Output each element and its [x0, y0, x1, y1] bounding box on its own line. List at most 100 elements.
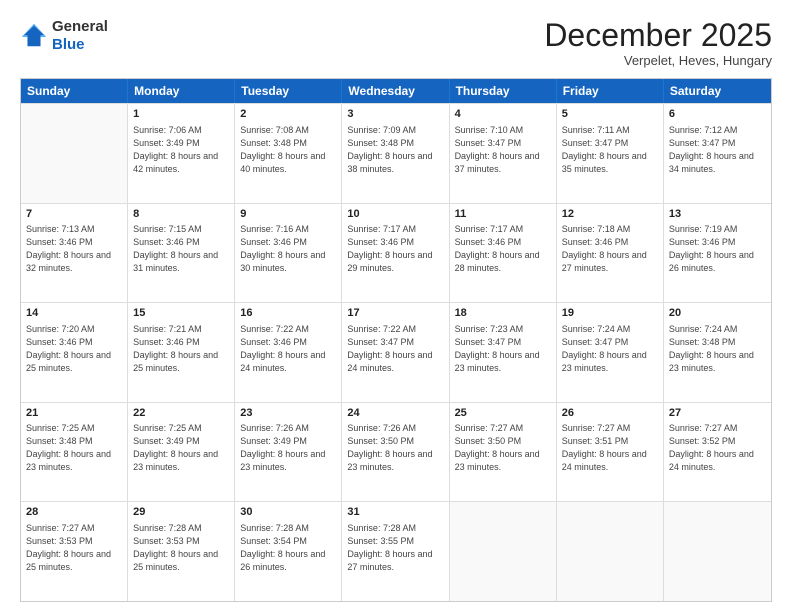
day-number: 26: [562, 406, 658, 421]
day-info: Sunrise: 7:17 AMSunset: 3:46 PMDaylight:…: [455, 223, 551, 275]
day-info: Sunrise: 7:06 AMSunset: 3:49 PMDaylight:…: [133, 124, 229, 176]
day-info: Sunrise: 7:22 AMSunset: 3:46 PMDaylight:…: [240, 323, 336, 375]
header-day-sunday: Sunday: [21, 79, 128, 103]
cal-cell: 24Sunrise: 7:26 AMSunset: 3:50 PMDayligh…: [342, 403, 449, 502]
day-number: 23: [240, 406, 336, 421]
header-day-tuesday: Tuesday: [235, 79, 342, 103]
cal-cell: 13Sunrise: 7:19 AMSunset: 3:46 PMDayligh…: [664, 204, 771, 303]
day-number: 24: [347, 406, 443, 421]
day-number: 12: [562, 207, 658, 222]
day-number: 29: [133, 505, 229, 520]
day-number: 21: [26, 406, 122, 421]
cal-cell: 21Sunrise: 7:25 AMSunset: 3:48 PMDayligh…: [21, 403, 128, 502]
day-info: Sunrise: 7:27 AMSunset: 3:51 PMDaylight:…: [562, 422, 658, 474]
cal-cell: 10Sunrise: 7:17 AMSunset: 3:46 PMDayligh…: [342, 204, 449, 303]
day-info: Sunrise: 7:28 AMSunset: 3:54 PMDaylight:…: [240, 522, 336, 574]
day-info: Sunrise: 7:19 AMSunset: 3:46 PMDaylight:…: [669, 223, 766, 275]
day-number: 25: [455, 406, 551, 421]
day-number: 15: [133, 306, 229, 321]
day-info: Sunrise: 7:23 AMSunset: 3:47 PMDaylight:…: [455, 323, 551, 375]
day-info: Sunrise: 7:08 AMSunset: 3:48 PMDaylight:…: [240, 124, 336, 176]
header-day-wednesday: Wednesday: [342, 79, 449, 103]
cal-cell: [664, 502, 771, 601]
day-info: Sunrise: 7:17 AMSunset: 3:46 PMDaylight:…: [347, 223, 443, 275]
header-day-monday: Monday: [128, 79, 235, 103]
day-number: 7: [26, 207, 122, 222]
month-title: December 2025: [544, 18, 772, 53]
day-number: 8: [133, 207, 229, 222]
cal-cell: [450, 502, 557, 601]
day-info: Sunrise: 7:27 AMSunset: 3:52 PMDaylight:…: [669, 422, 766, 474]
day-number: 9: [240, 207, 336, 222]
subtitle: Verpelet, Heves, Hungary: [544, 53, 772, 68]
cal-cell: [557, 502, 664, 601]
cal-cell: 5Sunrise: 7:11 AMSunset: 3:47 PMDaylight…: [557, 104, 664, 203]
cal-cell: 15 Sunrise: 7:21 AMSunset: 3:46 PMDayligh…: [128, 303, 235, 402]
cal-cell: 12Sunrise: 7:18 AMSunset: 3:46 PMDayligh…: [557, 204, 664, 303]
day-number: 28: [26, 505, 122, 520]
day-info: Sunrise: 7:28 AMSunset: 3:55 PMDaylight:…: [347, 522, 443, 574]
cal-cell: 23Sunrise: 7:26 AMSunset: 3:49 PMDayligh…: [235, 403, 342, 502]
day-number: 13: [669, 207, 766, 222]
logo-text: General Blue: [52, 18, 108, 54]
cal-cell: 9Sunrise: 7:16 AMSunset: 3:46 PMDaylight…: [235, 204, 342, 303]
day-info: Sunrise: 7:13 AMSunset: 3:46 PMDaylight:…: [26, 223, 122, 275]
cal-cell: 26Sunrise: 7:27 AMSunset: 3:51 PMDayligh…: [557, 403, 664, 502]
header: General Blue December 2025 Verpelet, Hev…: [20, 18, 772, 68]
day-info: Sunrise: 7:26 AMSunset: 3:49 PMDaylight:…: [240, 422, 336, 474]
day-number: 18: [455, 306, 551, 321]
week-row-0: 1 Sunrise: 7:06 AMSunset: 3:49 PMDaylight…: [21, 103, 771, 203]
cal-cell: 4Sunrise: 7:10 AMSunset: 3:47 PMDaylight…: [450, 104, 557, 203]
day-number: 17: [347, 306, 443, 321]
day-number: 27: [669, 406, 766, 421]
day-info: Sunrise: 7:26 AMSunset: 3:50 PMDaylight:…: [347, 422, 443, 474]
day-number: 31: [347, 505, 443, 520]
day-info: Sunrise: 7:25 AMSunset: 3:48 PMDaylight:…: [26, 422, 122, 474]
cal-cell: 16 Sunrise: 7:22 AMSunset: 3:46 PMDayligh…: [235, 303, 342, 402]
day-number: 20: [669, 306, 766, 321]
day-info: Sunrise: 7:24 AMSunset: 3:47 PMDaylight:…: [562, 323, 658, 375]
day-number: 14: [26, 306, 122, 321]
cal-cell: 20 Sunrise: 7:24 AMSunset: 3:48 PMDayligh…: [664, 303, 771, 402]
day-info: Sunrise: 7:27 AMSunset: 3:50 PMDaylight:…: [455, 422, 551, 474]
day-info: Sunrise: 7:12 AMSunset: 3:47 PMDaylight:…: [669, 124, 766, 176]
day-number: 30: [240, 505, 336, 520]
cal-cell: 17 Sunrise: 7:22 AMSunset: 3:47 PMDayligh…: [342, 303, 449, 402]
calendar-header: SundayMondayTuesdayWednesdayThursdayFrid…: [21, 79, 771, 103]
day-info: Sunrise: 7:22 AMSunset: 3:47 PMDaylight:…: [347, 323, 443, 375]
day-number: 2: [240, 107, 336, 122]
cal-cell: 27Sunrise: 7:27 AMSunset: 3:52 PMDayligh…: [664, 403, 771, 502]
day-info: Sunrise: 7:11 AMSunset: 3:47 PMDaylight:…: [562, 124, 658, 176]
day-info: Sunrise: 7:24 AMSunset: 3:48 PMDaylight:…: [669, 323, 766, 375]
cal-cell: 18 Sunrise: 7:23 AMSunset: 3:47 PMDayligh…: [450, 303, 557, 402]
day-info: Sunrise: 7:16 AMSunset: 3:46 PMDaylight:…: [240, 223, 336, 275]
day-number: 6: [669, 107, 766, 122]
week-row-4: 28 Sunrise: 7:27 AMSunset: 3:53 PMDayligh…: [21, 501, 771, 601]
cal-cell: 11Sunrise: 7:17 AMSunset: 3:46 PMDayligh…: [450, 204, 557, 303]
calendar: SundayMondayTuesdayWednesdayThursdayFrid…: [20, 78, 772, 602]
logo-general: General: [52, 18, 108, 36]
cal-cell: 7Sunrise: 7:13 AMSunset: 3:46 PMDaylight…: [21, 204, 128, 303]
cal-cell: 2 Sunrise: 7:08 AMSunset: 3:48 PMDaylight…: [235, 104, 342, 203]
cal-cell: 14Sunrise: 7:20 AMSunset: 3:46 PMDayligh…: [21, 303, 128, 402]
page: General Blue December 2025 Verpelet, Hev…: [0, 0, 792, 612]
cal-cell: 31 Sunrise: 7:28 AMSunset: 3:55 PMDayligh…: [342, 502, 449, 601]
cal-cell: 25Sunrise: 7:27 AMSunset: 3:50 PMDayligh…: [450, 403, 557, 502]
day-info: Sunrise: 7:27 AMSunset: 3:53 PMDaylight:…: [26, 522, 122, 574]
day-number: 1: [133, 107, 229, 122]
day-info: Sunrise: 7:15 AMSunset: 3:46 PMDaylight:…: [133, 223, 229, 275]
day-number: 4: [455, 107, 551, 122]
logo: General Blue: [20, 18, 108, 54]
cal-cell: 29 Sunrise: 7:28 AMSunset: 3:53 PMDayligh…: [128, 502, 235, 601]
calendar-body: 1 Sunrise: 7:06 AMSunset: 3:49 PMDaylight…: [21, 103, 771, 601]
cal-cell: 22Sunrise: 7:25 AMSunset: 3:49 PMDayligh…: [128, 403, 235, 502]
header-day-saturday: Saturday: [664, 79, 771, 103]
header-day-friday: Friday: [557, 79, 664, 103]
day-info: Sunrise: 7:28 AMSunset: 3:53 PMDaylight:…: [133, 522, 229, 574]
day-number: 16: [240, 306, 336, 321]
week-row-1: 7Sunrise: 7:13 AMSunset: 3:46 PMDaylight…: [21, 203, 771, 303]
day-info: Sunrise: 7:21 AMSunset: 3:46 PMDaylight:…: [133, 323, 229, 375]
cal-cell: 19Sunrise: 7:24 AMSunset: 3:47 PMDayligh…: [557, 303, 664, 402]
day-info: Sunrise: 7:25 AMSunset: 3:49 PMDaylight:…: [133, 422, 229, 474]
day-number: 22: [133, 406, 229, 421]
